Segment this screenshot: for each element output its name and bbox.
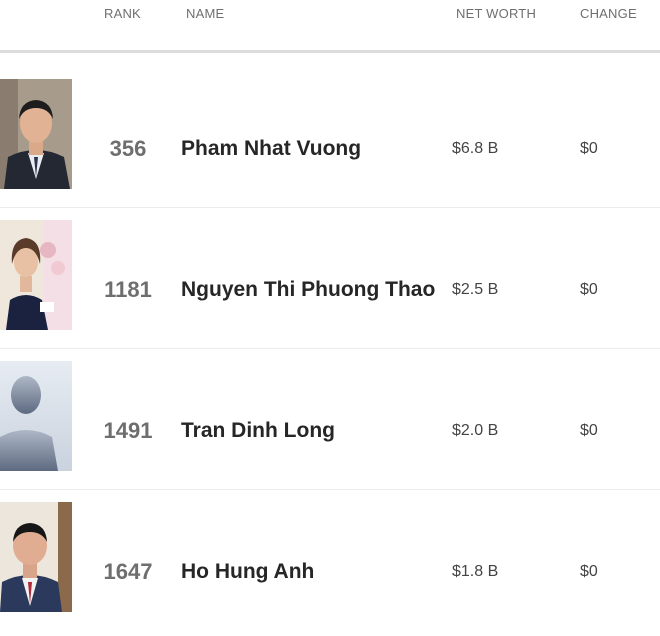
profile-photo[interactable] <box>0 79 72 189</box>
column-header-change[interactable]: CHANGE <box>580 6 637 21</box>
rank-value: 1491 <box>103 418 153 443</box>
change-value: $0 <box>580 281 598 298</box>
rank-value: 1181 <box>104 277 152 302</box>
person-name-link[interactable]: Ho Hung Anh <box>181 560 314 584</box>
net-worth-value: $2.0 B <box>452 422 499 439</box>
profile-photo[interactable] <box>0 220 72 330</box>
rank-value: 356 <box>109 136 147 161</box>
person-name-link[interactable]: Tran Dinh Long <box>181 419 335 443</box>
person-name-link[interactable]: Nguyen Thi Phuong Thao <box>181 278 435 302</box>
change-value: $0 <box>580 422 598 439</box>
table-row[interactable]: 1491 Tran Dinh Long $2.0 B $0 <box>0 349 660 490</box>
table-row[interactable]: 1181 Nguyen Thi Phuong Thao $2.5 B $0 <box>0 208 660 349</box>
table-header: RANK NAME NET WORTH CHANGE <box>0 0 660 53</box>
column-header-rank[interactable]: RANK <box>104 6 141 21</box>
profile-photo[interactable] <box>0 502 72 612</box>
rank-value: 1647 <box>103 559 153 584</box>
column-header-name[interactable]: NAME <box>186 6 224 21</box>
change-value: $0 <box>580 140 598 157</box>
profile-photo-placeholder[interactable] <box>0 361 72 471</box>
person-name-link[interactable]: Pham Nhat Vuong <box>181 137 361 161</box>
column-header-net-worth[interactable]: NET WORTH <box>456 6 536 21</box>
table-row[interactable]: 1647 Ho Hung Anh $1.8 B $0 <box>0 490 660 630</box>
net-worth-value: $6.8 B <box>452 140 499 157</box>
table-row[interactable]: 356 Pham Nhat Vuong $6.8 B $0 <box>0 67 660 208</box>
net-worth-value: $1.8 B <box>452 563 499 580</box>
change-value: $0 <box>580 563 598 580</box>
net-worth-value: $2.5 B <box>452 281 499 298</box>
